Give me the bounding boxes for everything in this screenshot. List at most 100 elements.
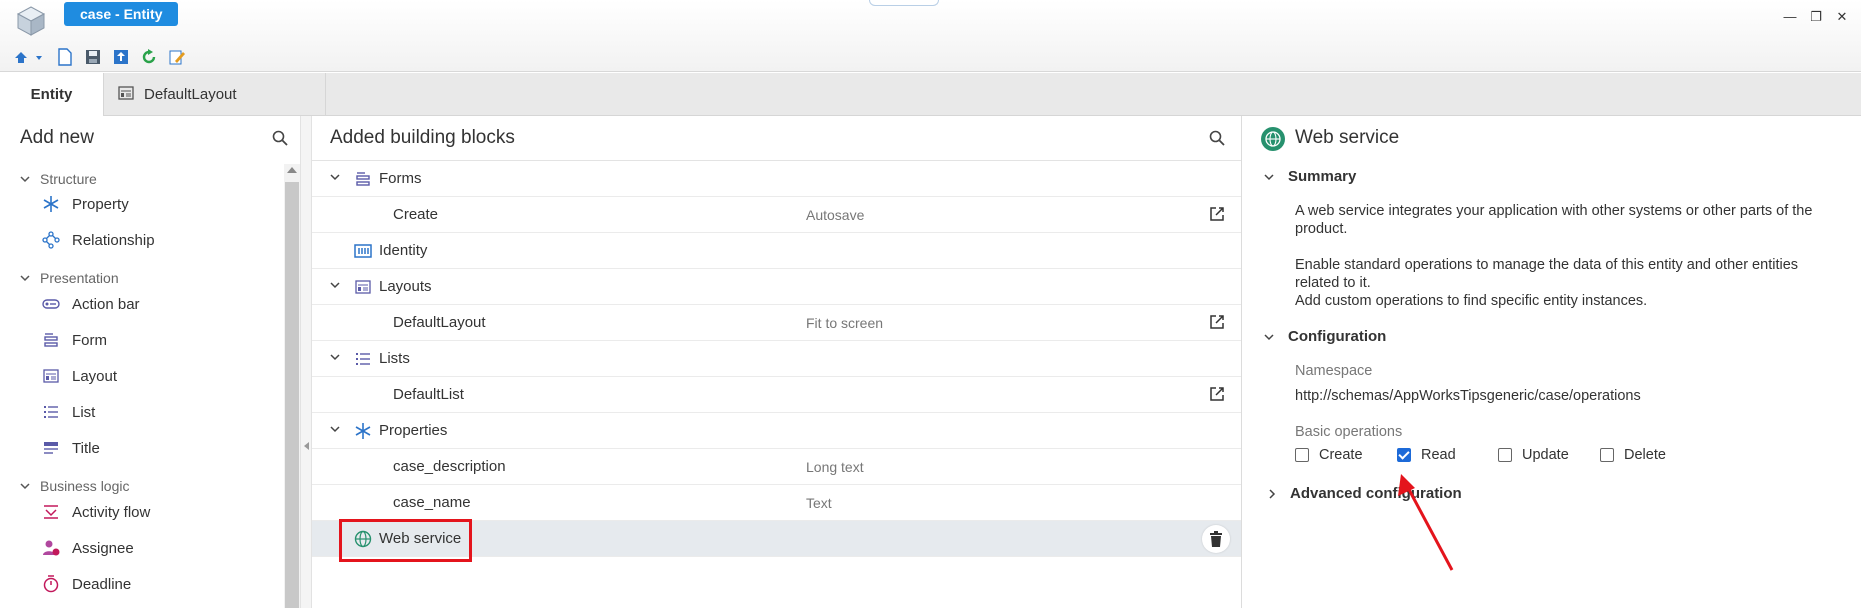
tree-row-case-description[interactable]: case_description Long text [312,449,1241,485]
row-label: Lists [379,350,410,367]
namespace-value[interactable]: http://schemas/AppWorksTipsgeneric/case/… [1295,388,1641,404]
add-action-bar-item[interactable]: Action bar [42,295,140,313]
toolbar [12,48,186,66]
tree-row-properties[interactable]: Properties [312,413,1241,449]
chevron-down-icon [1264,173,1274,180]
list-icon [42,403,60,421]
checkbox-label: Delete [1624,447,1666,463]
checkbox-label: Create [1319,447,1363,463]
add-assignee-item[interactable]: Assignee [42,539,134,557]
left-scrollbar[interactable] [284,164,300,608]
tree-row-defaultlist[interactable]: DefaultList [312,377,1241,413]
row-label: case_name [393,494,471,511]
publish-dropdown-icon[interactable] [12,48,46,66]
configuration-section-toggle[interactable]: Configuration [1264,328,1386,345]
document-title-badge: case - Entity [64,2,179,26]
section-label: Business logic [40,478,130,494]
add-list-item[interactable]: List [42,403,95,421]
section-heading: Summary [1288,168,1357,185]
row-label: DefaultList [393,386,464,403]
export-icon[interactable] [112,48,130,66]
edit-icon[interactable] [168,48,186,66]
add-title-item[interactable]: Title [42,439,100,457]
checkbox-label: Read [1421,447,1456,463]
properties-panel: Web service Summary A web service integr… [1241,116,1861,608]
layout-icon [354,278,372,296]
add-property-item[interactable]: Property [42,195,129,213]
tab-defaultlayout[interactable]: DefaultLayout [104,73,326,116]
tree-row-layouts[interactable]: Layouts [312,269,1241,305]
checkbox-box[interactable] [1295,448,1309,462]
item-label: Action bar [72,295,140,313]
row-value: Fit to screen [806,315,884,331]
section-label: Presentation [40,270,119,286]
chevron-down-icon[interactable] [330,281,340,289]
minimize-button[interactable]: — [1783,9,1797,25]
top-handle[interactable] [869,0,939,6]
checkbox-box[interactable] [1600,448,1614,462]
row-label: case_description [393,458,506,475]
row-label: Properties [379,422,448,439]
add-layout-item[interactable]: Layout [42,367,117,385]
tree-row-create[interactable]: Create Autosave [312,197,1241,233]
delete-checkbox[interactable]: Delete [1600,447,1666,463]
add-form-item[interactable]: Form [42,331,107,349]
open-external-icon[interactable] [1209,206,1225,222]
tree-row-lists[interactable]: Lists [312,341,1241,377]
chevron-down-icon [1264,333,1274,340]
panel-splitter[interactable] [300,116,312,608]
close-button[interactable]: ✕ [1835,9,1849,25]
asterisk-icon [354,422,372,440]
item-label: Relationship [72,231,155,249]
add-relationship-item[interactable]: Relationship [42,231,155,249]
save-icon[interactable] [84,48,102,66]
assignee-icon [42,539,60,557]
activity-flow-icon [42,503,60,521]
form-icon [354,170,372,188]
create-checkbox[interactable]: Create [1295,447,1363,463]
tree-row-forms[interactable]: Forms [312,161,1241,197]
search-icon[interactable] [1209,130,1225,146]
chevron-right-icon [1269,488,1276,499]
item-label: Title [72,439,100,457]
delete-button[interactable] [1202,525,1230,553]
tree-row-defaultlayout[interactable]: DefaultLayout Fit to screen [312,305,1241,341]
open-external-icon[interactable] [1209,314,1225,330]
open-external-icon[interactable] [1209,386,1225,402]
chevron-down-icon[interactable] [330,173,340,181]
tab-label: DefaultLayout [144,86,237,103]
scroll-thumb[interactable] [285,182,299,608]
add-deadline-item[interactable]: Deadline [42,575,131,593]
update-checkbox[interactable]: Update [1498,447,1569,463]
chevron-down-icon[interactable] [330,425,340,433]
tree-row-identity[interactable]: Identity [312,233,1241,269]
section-presentation[interactable]: Presentation [20,270,119,286]
tree-row-case-name[interactable]: case_name Text [312,485,1241,521]
tab-label: Entity [30,86,73,103]
namespace-label: Namespace [1295,363,1373,379]
item-label: Form [72,331,107,349]
summary-paragraph: A web service integrates your applicatio… [1295,203,1813,237]
summary-paragraph: Enable standard operations to manage the… [1295,257,1799,291]
tab-entity[interactable]: Entity [0,73,104,116]
layout-icon [42,367,60,385]
collapse-arrow-icon[interactable] [304,442,309,450]
add-activity-flow-item[interactable]: Activity flow [42,503,150,521]
checkbox-box[interactable] [1397,448,1411,462]
row-label: Identity [379,242,428,259]
relationship-icon [42,231,60,249]
new-document-icon[interactable] [56,48,74,66]
refresh-icon[interactable] [140,48,158,66]
read-checkbox[interactable]: Read [1397,447,1456,463]
row-value: Text [806,495,832,511]
panel-header: Added building blocks [312,116,1241,161]
chevron-down-icon[interactable] [330,353,340,361]
restore-button[interactable]: ❐ [1809,9,1823,25]
row-label: Forms [379,170,422,187]
summary-section-toggle[interactable]: Summary [1264,168,1356,185]
section-structure[interactable]: Structure [20,171,97,187]
checkbox-box[interactable] [1498,448,1512,462]
section-business-logic[interactable]: Business logic [20,478,130,494]
scroll-up-icon[interactable] [287,167,297,173]
search-icon[interactable] [272,130,288,146]
